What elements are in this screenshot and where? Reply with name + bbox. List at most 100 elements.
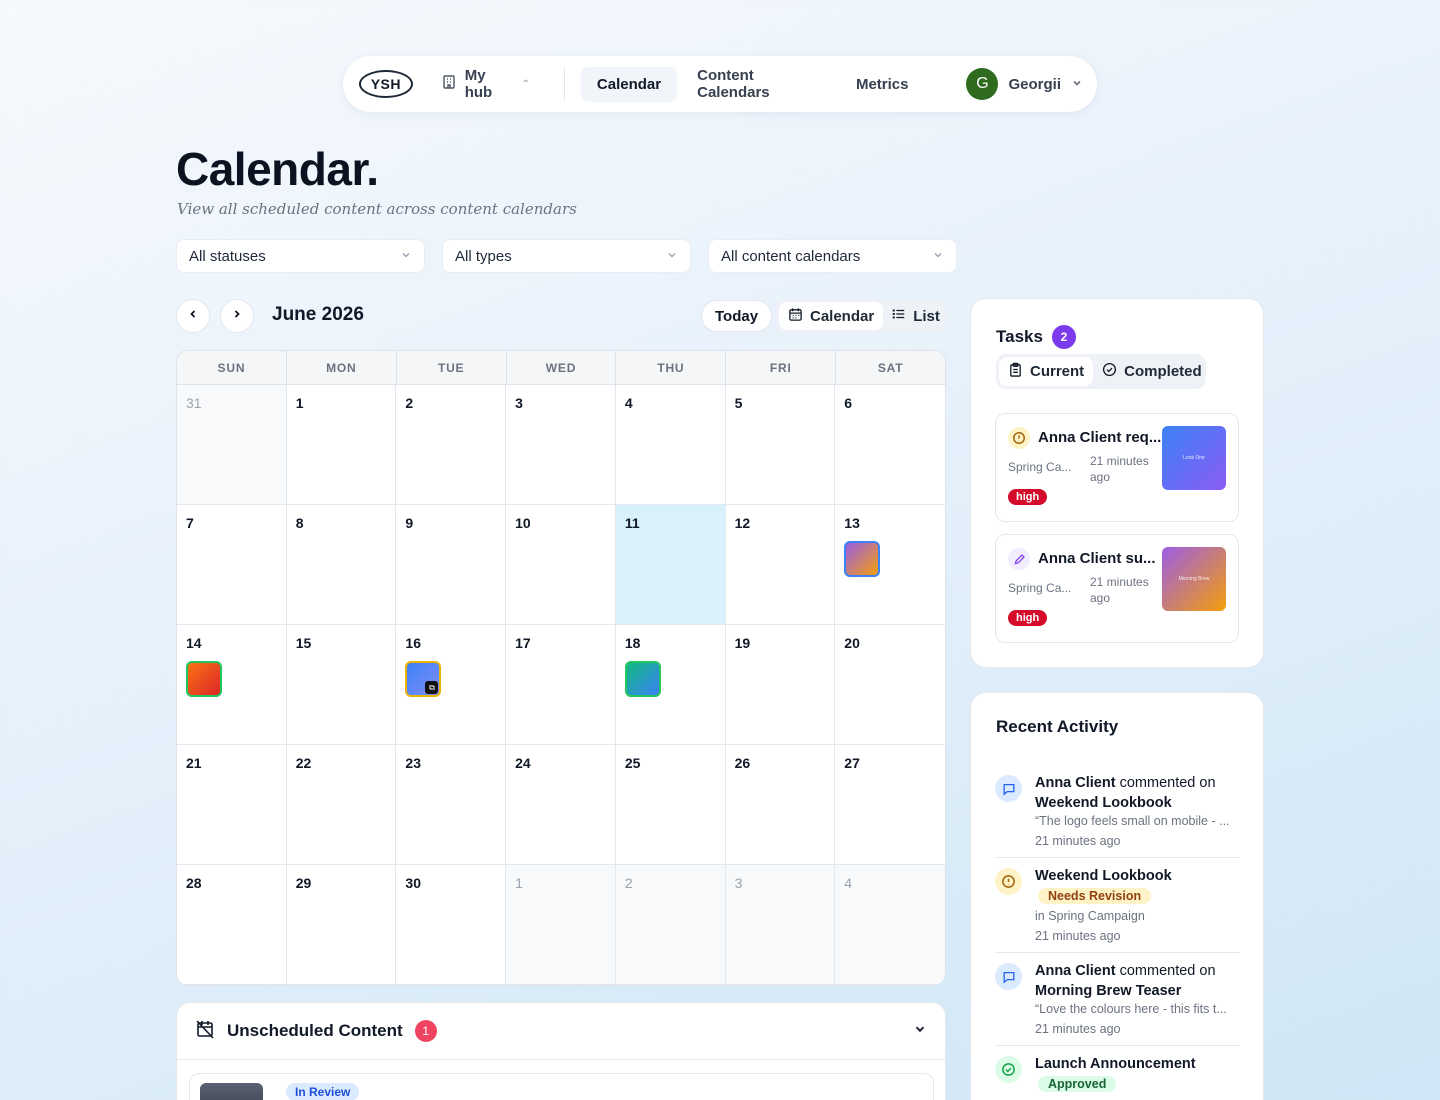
day-cell[interactable]: 3	[506, 385, 616, 505]
tab-current[interactable]: Current	[999, 357, 1094, 386]
day-cell[interactable]: 10	[506, 505, 616, 625]
day-cell[interactable]: 13	[835, 505, 945, 625]
chevron-right-icon	[231, 307, 243, 325]
day-cell[interactable]: 9	[396, 505, 507, 625]
task-card[interactable]: Anna Client req... Spring Ca... 21 minut…	[995, 413, 1239, 522]
chevron-down-icon[interactable]	[913, 1022, 927, 1041]
day-cell[interactable]: 24	[506, 745, 616, 865]
day-cell[interactable]: 2	[615, 865, 726, 985]
calendar-off-icon	[195, 1019, 215, 1044]
nav-calendar[interactable]: Calendar	[580, 66, 678, 102]
activity-target: Launch Announcement	[1035, 1056, 1196, 1072]
day-cell[interactable]: 21	[177, 745, 287, 865]
calendar-view-button[interactable]: Calendar	[779, 302, 884, 330]
avatar: G	[966, 68, 999, 100]
activity-item[interactable]: Weekend Lookbook Needs Revision in Sprin…	[995, 866, 1240, 943]
activity-item[interactable]: Launch Announcement Approved	[995, 1054, 1240, 1100]
day-cell[interactable]: 7	[177, 505, 287, 625]
day-cell[interactable]: 5	[725, 385, 836, 505]
day-cell[interactable]: 18	[615, 625, 726, 745]
day-number: 13	[844, 515, 860, 531]
day-cell[interactable]: 4	[835, 865, 945, 985]
check-circle-icon	[995, 1056, 1022, 1083]
day-cell[interactable]: 8	[286, 505, 397, 625]
task-thumbnail: Look One	[1162, 426, 1226, 490]
content-thumbnail	[200, 1083, 263, 1100]
day-cell[interactable]: 3	[725, 865, 836, 985]
content-thumbnail[interactable]: ⧉	[405, 661, 442, 697]
tasks-count-badge: 2	[1051, 325, 1076, 349]
content-thumbnail[interactable]	[844, 541, 881, 577]
building-icon	[441, 74, 457, 94]
prev-month-button[interactable]	[176, 299, 210, 333]
weekday-label: TUE	[397, 351, 507, 384]
day-number: 27	[844, 755, 860, 771]
day-cell[interactable]: 12	[725, 505, 836, 625]
today-button[interactable]: Today	[701, 300, 773, 332]
tab-completed[interactable]: Completed	[1093, 357, 1211, 386]
day-cell[interactable]: 28	[177, 865, 287, 985]
nav-content-calendars[interactable]: Content Calendars	[681, 58, 836, 110]
activity-item[interactable]: Anna Client commented on Weekend Lookboo…	[995, 773, 1240, 848]
day-cell[interactable]: 14	[177, 625, 287, 745]
day-cell[interactable]: 23	[396, 745, 507, 865]
day-cell[interactable]: 27	[835, 745, 945, 865]
day-number: 2	[405, 395, 414, 411]
day-cell[interactable]: 16 ⧉	[396, 625, 507, 745]
day-cell[interactable]: 26	[725, 745, 836, 865]
day-cell[interactable]: 15	[286, 625, 397, 745]
chevron-down-icon	[932, 248, 944, 265]
comment-icon	[995, 775, 1022, 802]
content-calendar-filter[interactable]: All content calendars	[708, 239, 957, 273]
day-number: 25	[624, 755, 641, 771]
day-cell[interactable]: 19	[725, 625, 836, 745]
unscheduled-item[interactable]: In Review	[189, 1073, 934, 1100]
content-thumbnail[interactable]	[186, 661, 222, 697]
task-card[interactable]: Anna Client su... Spring Ca... 21 minute…	[995, 534, 1239, 643]
clipboard-icon	[1008, 362, 1023, 381]
list-view-label: List	[913, 307, 940, 325]
status-filter[interactable]: All statuses	[176, 239, 425, 273]
comment-icon	[995, 963, 1022, 990]
content-thumbnail[interactable]	[624, 661, 661, 697]
day-cell[interactable]: 22	[286, 745, 397, 865]
priority-badge: high	[1008, 610, 1048, 626]
task-campaign: Spring Ca...	[1008, 460, 1072, 474]
day-number: 20	[844, 635, 860, 651]
day-number: 4	[844, 875, 853, 891]
unscheduled-count-badge: 1	[414, 1020, 437, 1042]
day-cell[interactable]: 29	[286, 865, 397, 985]
user-menu[interactable]: G Georgii	[966, 68, 1083, 100]
alert-circle-icon	[1008, 427, 1030, 449]
activity-quote: “Love the colours here - this fits t...	[1035, 1002, 1227, 1016]
type-filter[interactable]: All types	[442, 239, 691, 273]
day-cell[interactable]: 1	[506, 865, 616, 985]
hub-switcher[interactable]: My hub ⌃	[441, 67, 530, 101]
day-cell[interactable]: 17	[506, 625, 616, 745]
day-cell[interactable]: 1	[286, 385, 397, 505]
day-number: 30	[405, 875, 421, 891]
day-cell-today[interactable]: 11	[615, 505, 726, 625]
activity-target: Weekend Lookbook	[1035, 795, 1172, 811]
app-logo[interactable]: YSH	[359, 70, 413, 98]
day-cell[interactable]: 30	[396, 865, 507, 985]
day-number: 1	[515, 875, 523, 891]
activity-time: 21 minutes ago	[1035, 929, 1121, 943]
activity-item[interactable]: Anna Client commented on Morning Brew Te…	[995, 961, 1240, 1036]
day-cell[interactable]: 25	[615, 745, 726, 865]
unscheduled-header[interactable]: Unscheduled Content 1	[177, 1003, 945, 1060]
list-view-button[interactable]: List	[883, 302, 949, 330]
day-cell[interactable]: 20	[835, 625, 945, 745]
divider	[995, 1045, 1240, 1046]
next-month-button[interactable]	[220, 299, 254, 333]
day-cell[interactable]: 31	[177, 385, 287, 505]
nav-metrics[interactable]: Metrics	[840, 67, 925, 102]
calendar-icon	[788, 307, 803, 326]
day-cell[interactable]: 4	[615, 385, 726, 505]
day-cell[interactable]: 2	[396, 385, 507, 505]
day-number: 26	[734, 755, 751, 771]
status-badge: In Review	[286, 1083, 360, 1100]
day-cell[interactable]: 6	[835, 385, 945, 505]
task-thumbnail-caption: Look One	[1183, 455, 1205, 461]
pencil-icon	[1008, 548, 1030, 570]
